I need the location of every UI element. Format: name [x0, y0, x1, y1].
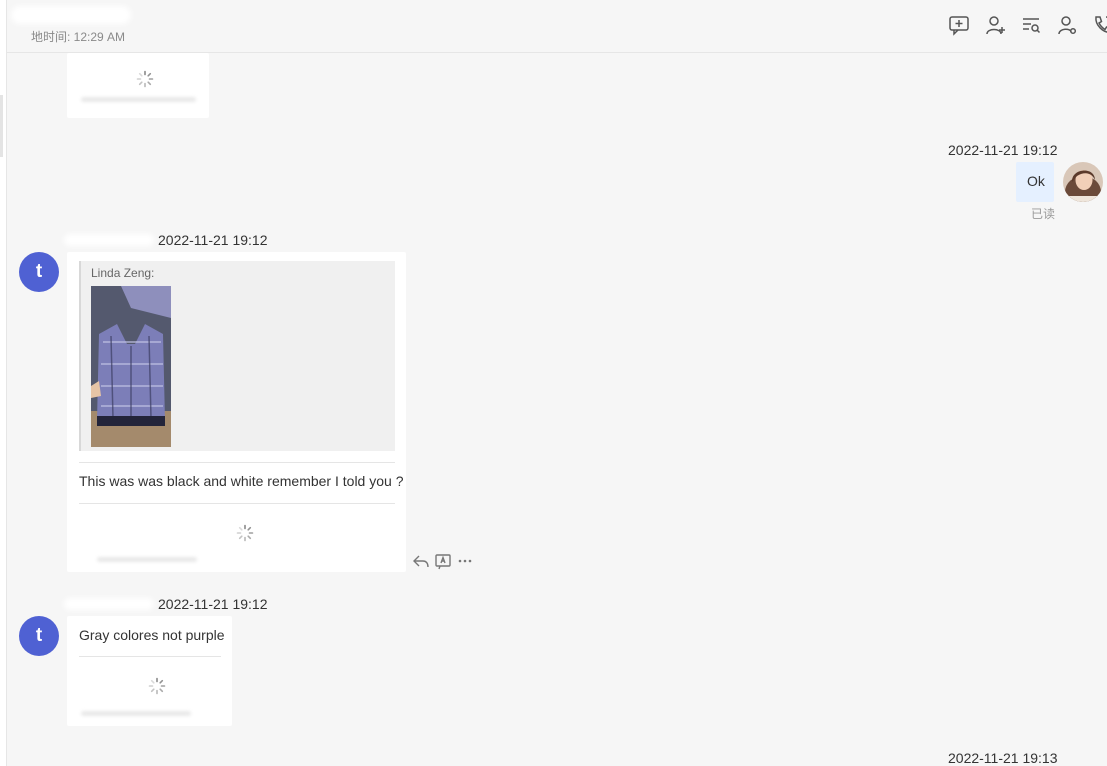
loading-spinner-icon: [136, 70, 154, 88]
message-text: Ok: [1027, 173, 1045, 189]
translate-icon[interactable]: [434, 552, 452, 570]
contact-settings-icon[interactable]: [1056, 14, 1080, 38]
contact-local-time: 地时间: 12:29 AM: [31, 30, 126, 44]
divider: [79, 462, 395, 463]
divider: [79, 656, 221, 657]
sender-name-redacted: [64, 598, 154, 610]
message-timestamp: 2022-11-21 19:13: [948, 750, 1058, 766]
add-contact-icon[interactable]: [984, 14, 1008, 38]
contact-avatar[interactable]: t: [19, 252, 59, 292]
message-text: This was was black and white remember I …: [79, 473, 404, 489]
redacted-caption: [97, 557, 197, 562]
contact-name-redacted: [11, 6, 131, 24]
message-list[interactable]: 2022-11-21 19:12 Ok 已读 2022-11-21 19:12 …: [7, 53, 1107, 766]
scroll-indicator: [0, 95, 3, 157]
sender-name-redacted: [64, 234, 154, 246]
divider: [79, 503, 395, 504]
redacted-caption: [81, 97, 196, 102]
loading-card: [67, 53, 209, 118]
quote-author: Linda Zeng:: [91, 266, 155, 280]
read-status: 已读: [1031, 207, 1056, 221]
message-timestamp: 2022-11-21 19:12: [158, 232, 268, 248]
chat-header: 地时间: 12:29 AM: [7, 0, 1107, 53]
quoted-vest-image[interactable]: [91, 286, 171, 447]
message-timestamp: 2022-11-21 19:12: [158, 596, 268, 612]
loading-spinner-icon: [236, 524, 254, 542]
reply-icon[interactable]: [412, 552, 430, 570]
more-icon[interactable]: [456, 552, 474, 570]
outgoing-message-bubble[interactable]: Ok: [1016, 162, 1054, 202]
my-avatar[interactable]: [1063, 162, 1103, 202]
search-history-icon[interactable]: [1020, 14, 1044, 38]
left-panel-edge: [0, 0, 7, 766]
message-timestamp: 2022-11-21 19:12: [948, 142, 1058, 158]
new-message-icon[interactable]: [948, 14, 972, 38]
contact-avatar[interactable]: t: [19, 616, 59, 656]
loading-spinner-icon: [148, 677, 166, 695]
quoted-message[interactable]: Linda Zeng:: [79, 261, 395, 451]
redacted-caption: [81, 711, 191, 716]
incoming-message-card[interactable]: Gray colores not purple: [67, 616, 232, 726]
call-icon[interactable]: [1092, 14, 1107, 38]
incoming-message-card[interactable]: Linda Zeng: This was was black and white…: [67, 252, 406, 572]
message-text: Gray colores not purple: [79, 627, 225, 643]
